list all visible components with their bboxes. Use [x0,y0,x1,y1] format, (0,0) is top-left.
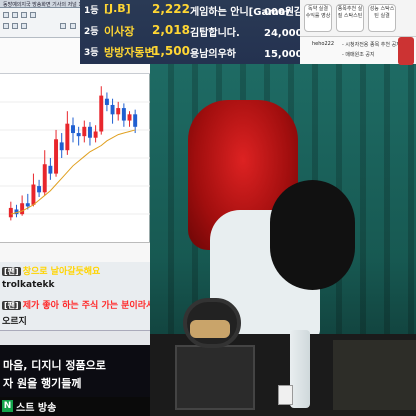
ad-line-2: 자 원을 행기들께 [3,377,82,390]
candle-body [116,108,121,115]
chat-area: [팬] 창으로 날아갈듯해요 trolkatekk [팬] 제가 좋아 하는 주식 … [0,262,154,330]
tool-icon[interactable] [3,23,9,29]
candle-body [82,126,87,137]
profile-line-1: - 시청자전용 종목 추천 공지 [342,42,401,48]
status-text: 스트 방송 [16,403,57,414]
chat-message: trolkatekk [2,280,55,290]
cup [278,385,293,405]
chat-message: [팬] 제가 좋아 하는 주식 가는 분이라서 [2,301,155,311]
chat-message: 오르지 [2,317,27,327]
status-bar: N 스트 방송 [0,397,150,416]
tool-icon[interactable] [21,23,27,29]
stock-chart[interactable] [0,74,150,242]
candle-body [99,95,104,132]
promo-box[interactable]: 성능 스탁스틴 실결 [368,4,396,32]
promo-box[interactable]: 종목추천 실질 스탁스틴 [336,4,364,32]
tool-icon[interactable] [3,12,9,18]
candle-body [110,104,115,115]
candle-body [133,114,138,127]
tool-icon[interactable] [12,12,18,18]
window-title: 동방예의지국 방송화면 기사의 저널 1분봉 [3,2,91,8]
candle-body [104,98,109,105]
streamer-profile: heho222 - 시청자전용 종목 추천 공지 - 매매원조 공지 [300,36,416,65]
profile-line-2: - 매매원조 공지 [342,52,375,58]
candle-body [121,108,126,121]
candle-body [71,125,75,134]
candle-body [48,165,53,174]
chart-footer [0,242,150,262]
profile-name: heho222 [312,41,335,47]
candle-body [25,203,30,207]
candle-body [8,207,13,218]
rank-row: 1등 [J.B] 2,222 게임하는 안니[Gamer 감BVA] 000원 [84,2,330,18]
rank-row: 3등 방방자동변 1,500 용남의우하 15,000원 [84,44,312,60]
candle-body [37,186,42,193]
candle-body [93,131,98,138]
side-dish [333,340,416,410]
chat-message: [팬] 창으로 날아갈듯해요 [2,267,101,277]
tool-icon[interactable] [12,23,18,29]
candle-body [76,133,81,137]
noodles [190,320,230,338]
candle-body [127,114,132,121]
promo-box[interactable]: 독약 실결 수익률 영상 [304,4,332,32]
candle-body [54,139,59,174]
tool-icon[interactable] [60,23,66,29]
chart-svg [0,86,150,221]
tool-icon[interactable] [70,23,76,29]
tool-icon[interactable] [21,12,27,18]
bottle [290,330,310,408]
stove [175,345,255,410]
n-badge: N [2,400,13,412]
donation-ranking: 1등 [J.B] 2,222 게임하는 안니[Gamer 감BVA] 000원 2등 이사… [80,0,330,64]
candle-body [59,142,64,151]
volume-strip [0,330,150,345]
ad-line-1: 마음, 디지니 정품으로 [3,359,106,372]
rank-row: 2등 이사장 2,018 김탑합니다. 24,000원 [84,23,312,39]
candle-body [31,184,36,205]
avatar [398,37,414,65]
person-head [270,180,355,290]
candle-body [20,203,25,215]
candle-body [65,123,70,151]
moving-average-line [10,129,136,215]
tool-icon[interactable] [30,12,36,18]
candle-body [87,126,92,138]
candle-body [42,164,47,193]
